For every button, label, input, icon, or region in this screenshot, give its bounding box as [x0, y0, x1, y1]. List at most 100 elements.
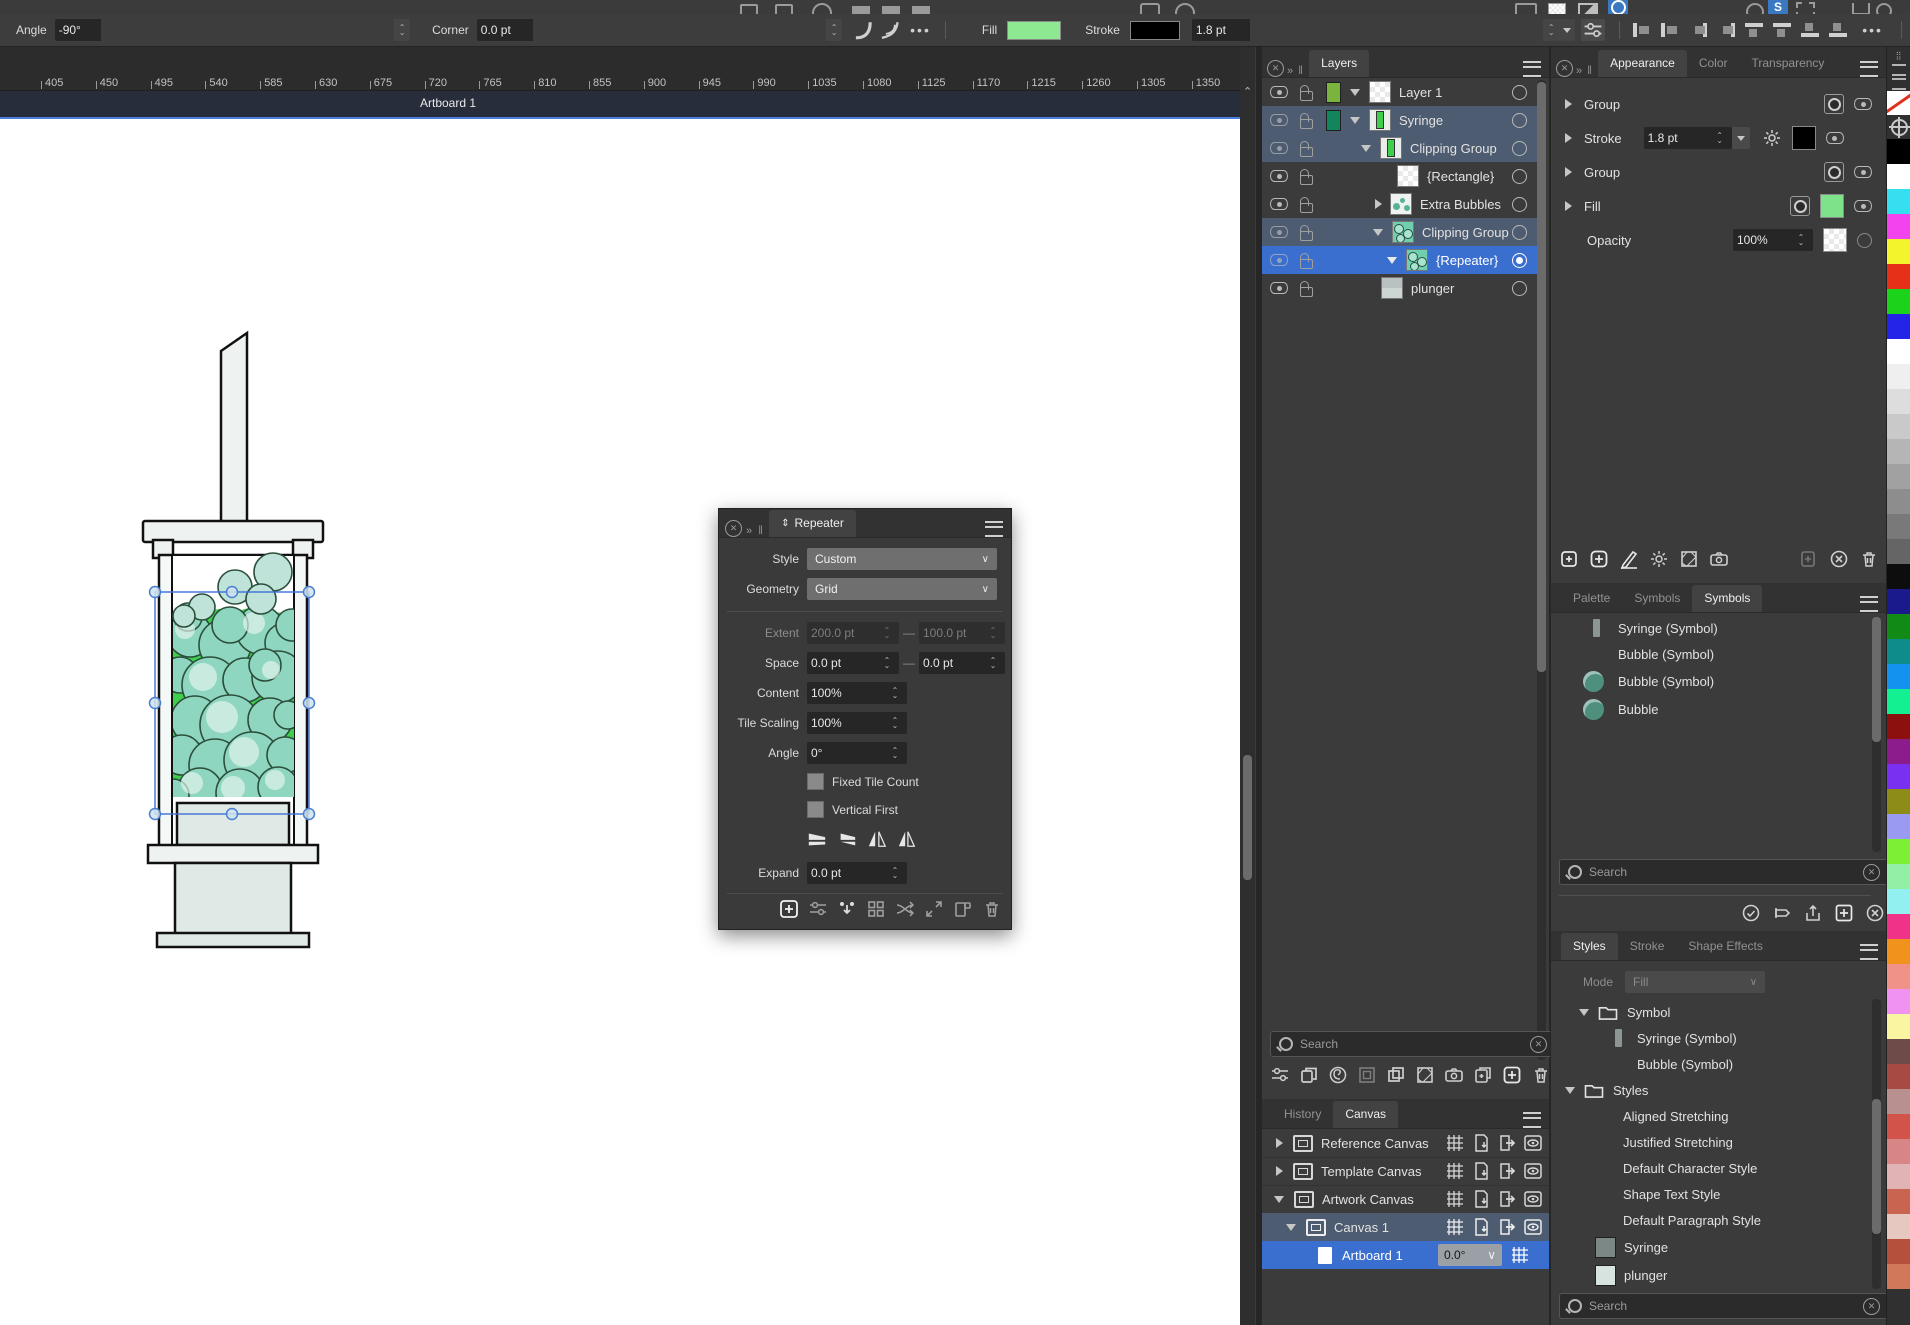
expand-arrow-icon[interactable]	[1286, 1224, 1296, 1231]
color-swatch[interactable]	[1887, 139, 1910, 164]
align-center-v-icon[interactable]	[1773, 23, 1791, 37]
layer-color-swatch[interactable]	[1326, 82, 1341, 103]
style-item[interactable]: Aligned Stretching	[1551, 1103, 1876, 1129]
color-swatch[interactable]	[1887, 1114, 1910, 1139]
panel-grip[interactable]	[1587, 63, 1592, 77]
toolbar-icon[interactable]	[1746, 3, 1764, 14]
layer-thumbnail[interactable]	[1392, 221, 1414, 243]
color-swatch[interactable]	[1887, 214, 1910, 239]
angle-row-input[interactable]: 0°	[807, 742, 907, 764]
mode-dropdown[interactable]: Fill	[1625, 971, 1765, 993]
color-swatch[interactable]	[1887, 1014, 1910, 1039]
toolbar-icon[interactable]	[1796, 2, 1815, 14]
tab-transparency[interactable]: Transparency	[1740, 50, 1837, 77]
tab-history[interactable]: History	[1272, 1101, 1333, 1128]
import-page-icon[interactable]	[1471, 1133, 1491, 1153]
space-h-input[interactable]: 0.0 pt	[807, 652, 899, 674]
color-swatch[interactable]	[1887, 1239, 1910, 1264]
color-swatch[interactable]	[1887, 364, 1910, 389]
toolbar-icon[interactable]	[1175, 3, 1195, 14]
color-swatch[interactable]	[1887, 1139, 1910, 1164]
style-name[interactable]: plunger	[1624, 1268, 1667, 1283]
grid-icon[interactable]	[1445, 1133, 1465, 1153]
panel-grip[interactable]	[758, 523, 763, 537]
opacity-input[interactable]: 100%	[1733, 229, 1813, 251]
color-swatch[interactable]	[1887, 239, 1910, 264]
styles-folder-name[interactable]: Styles	[1613, 1083, 1648, 1098]
toolbar-icon[interactable]	[912, 6, 930, 14]
layer-row[interactable]: Clipping Group	[1262, 134, 1539, 162]
canvas-name[interactable]: Canvas 1	[1334, 1220, 1389, 1235]
style-item[interactable]: Default Paragraph Style	[1551, 1207, 1876, 1233]
distribute-h-icon[interactable]	[1717, 23, 1735, 37]
appearance-row-opacity[interactable]: Opacity 100%	[1551, 223, 1886, 257]
align-right-icon[interactable]	[1689, 23, 1707, 37]
layer-color-swatch[interactable]	[1326, 110, 1341, 131]
style-name[interactable]: Default Character Style	[1623, 1161, 1757, 1176]
visibility-eye-icon[interactable]	[1270, 142, 1288, 154]
visibility-eye-icon[interactable]	[1854, 98, 1872, 110]
expand-arrow-icon[interactable]	[1565, 201, 1572, 211]
color-swatch[interactable]	[1887, 539, 1910, 564]
style-name[interactable]: Justified Stretching	[1623, 1135, 1733, 1150]
visibility-eye-icon[interactable]	[1270, 282, 1288, 294]
color-swatch[interactable]	[1887, 1214, 1910, 1239]
color-swatch[interactable]	[1887, 489, 1910, 514]
color-swatch[interactable]	[1887, 889, 1910, 914]
layer-row[interactable]: Extra Bubbles	[1262, 190, 1539, 218]
color-swatch[interactable]	[1887, 414, 1910, 439]
toolbar-icon[interactable]	[740, 4, 758, 14]
gear-icon[interactable]	[1762, 128, 1782, 148]
search-clear-icon[interactable]	[1530, 1036, 1547, 1053]
overlap-squares-icon[interactable]	[1386, 1065, 1406, 1085]
flip-horizontal-a-icon[interactable]	[807, 829, 827, 849]
color-swatch[interactable]	[1887, 939, 1910, 964]
search-clear-icon[interactable]	[1863, 864, 1880, 881]
align-bottom-icon[interactable]	[1801, 23, 1819, 37]
export-up-icon[interactable]	[1803, 903, 1823, 923]
panel-menu-icon[interactable]	[1523, 1112, 1541, 1128]
layer-name[interactable]: Layer 1	[1399, 85, 1442, 100]
layer-row[interactable]: {Rectangle}	[1262, 162, 1539, 190]
artboard-name[interactable]: Artboard 1	[1342, 1248, 1403, 1263]
stroke-width-dropdown-icon[interactable]	[1732, 127, 1750, 149]
styles-folder[interactable]: Symbol	[1551, 999, 1876, 1025]
corner-curve-icon[interactable]	[878, 17, 904, 43]
export-page-icon[interactable]	[1497, 1217, 1517, 1237]
strip-list-icon[interactable]	[1887, 63, 1910, 77]
color-swatch[interactable]	[1887, 739, 1910, 764]
color-swatch[interactable]	[1887, 339, 1910, 364]
export-page-icon[interactable]	[1497, 1133, 1517, 1153]
layer-row-active[interactable]: {Repeater}	[1262, 246, 1539, 274]
tile-grid-icon[interactable]	[866, 899, 886, 919]
registration-color-swatch[interactable]	[1887, 115, 1910, 139]
layers-scrollbar[interactable]	[1537, 80, 1546, 1060]
add-small-icon[interactable]	[1559, 549, 1579, 569]
visibility-eye-icon[interactable]	[1270, 170, 1288, 182]
expand-arrow-icon[interactable]	[1276, 1138, 1283, 1148]
trash-icon[interactable]	[1531, 1065, 1551, 1085]
symbol-item[interactable]: Bubble (Symbol)	[1551, 667, 1876, 695]
symbol-name[interactable]: Bubble (Symbol)	[1618, 647, 1714, 662]
color-swatch[interactable]	[1887, 789, 1910, 814]
tab-canvas[interactable]: Canvas	[1333, 1101, 1398, 1128]
toolbar-icon[interactable]	[1852, 3, 1870, 14]
layer-name[interactable]: Syringe	[1399, 113, 1443, 128]
styles-search-field[interactable]: Search	[1559, 1293, 1889, 1319]
artboard-title[interactable]: Artboard 1	[420, 96, 476, 110]
style-item[interactable]: plunger	[1551, 1261, 1876, 1289]
expand-arrow-icon[interactable]	[1350, 117, 1360, 124]
style-item[interactable]: Justified Stretching	[1551, 1129, 1876, 1155]
export-page-icon[interactable]	[1497, 1189, 1517, 1209]
tune-icon[interactable]	[1270, 1065, 1290, 1085]
visibility-eye-icon[interactable]	[1854, 166, 1872, 178]
repeater-tab[interactable]: ⇕Repeater	[769, 510, 856, 537]
color-swatch[interactable]	[1887, 264, 1910, 289]
canvas-row[interactable]: Artwork Canvas	[1262, 1185, 1549, 1214]
expand-input[interactable]: 0.0 pt	[807, 862, 907, 884]
style-dropdown[interactable]: Custom	[807, 548, 997, 570]
canvas-scrollbar[interactable]: ⌃	[1240, 47, 1255, 1325]
expand-arrow-icon[interactable]	[1350, 89, 1360, 96]
layer-target-icon[interactable]	[1512, 197, 1527, 212]
style-item[interactable]: Syringe	[1551, 1233, 1876, 1261]
